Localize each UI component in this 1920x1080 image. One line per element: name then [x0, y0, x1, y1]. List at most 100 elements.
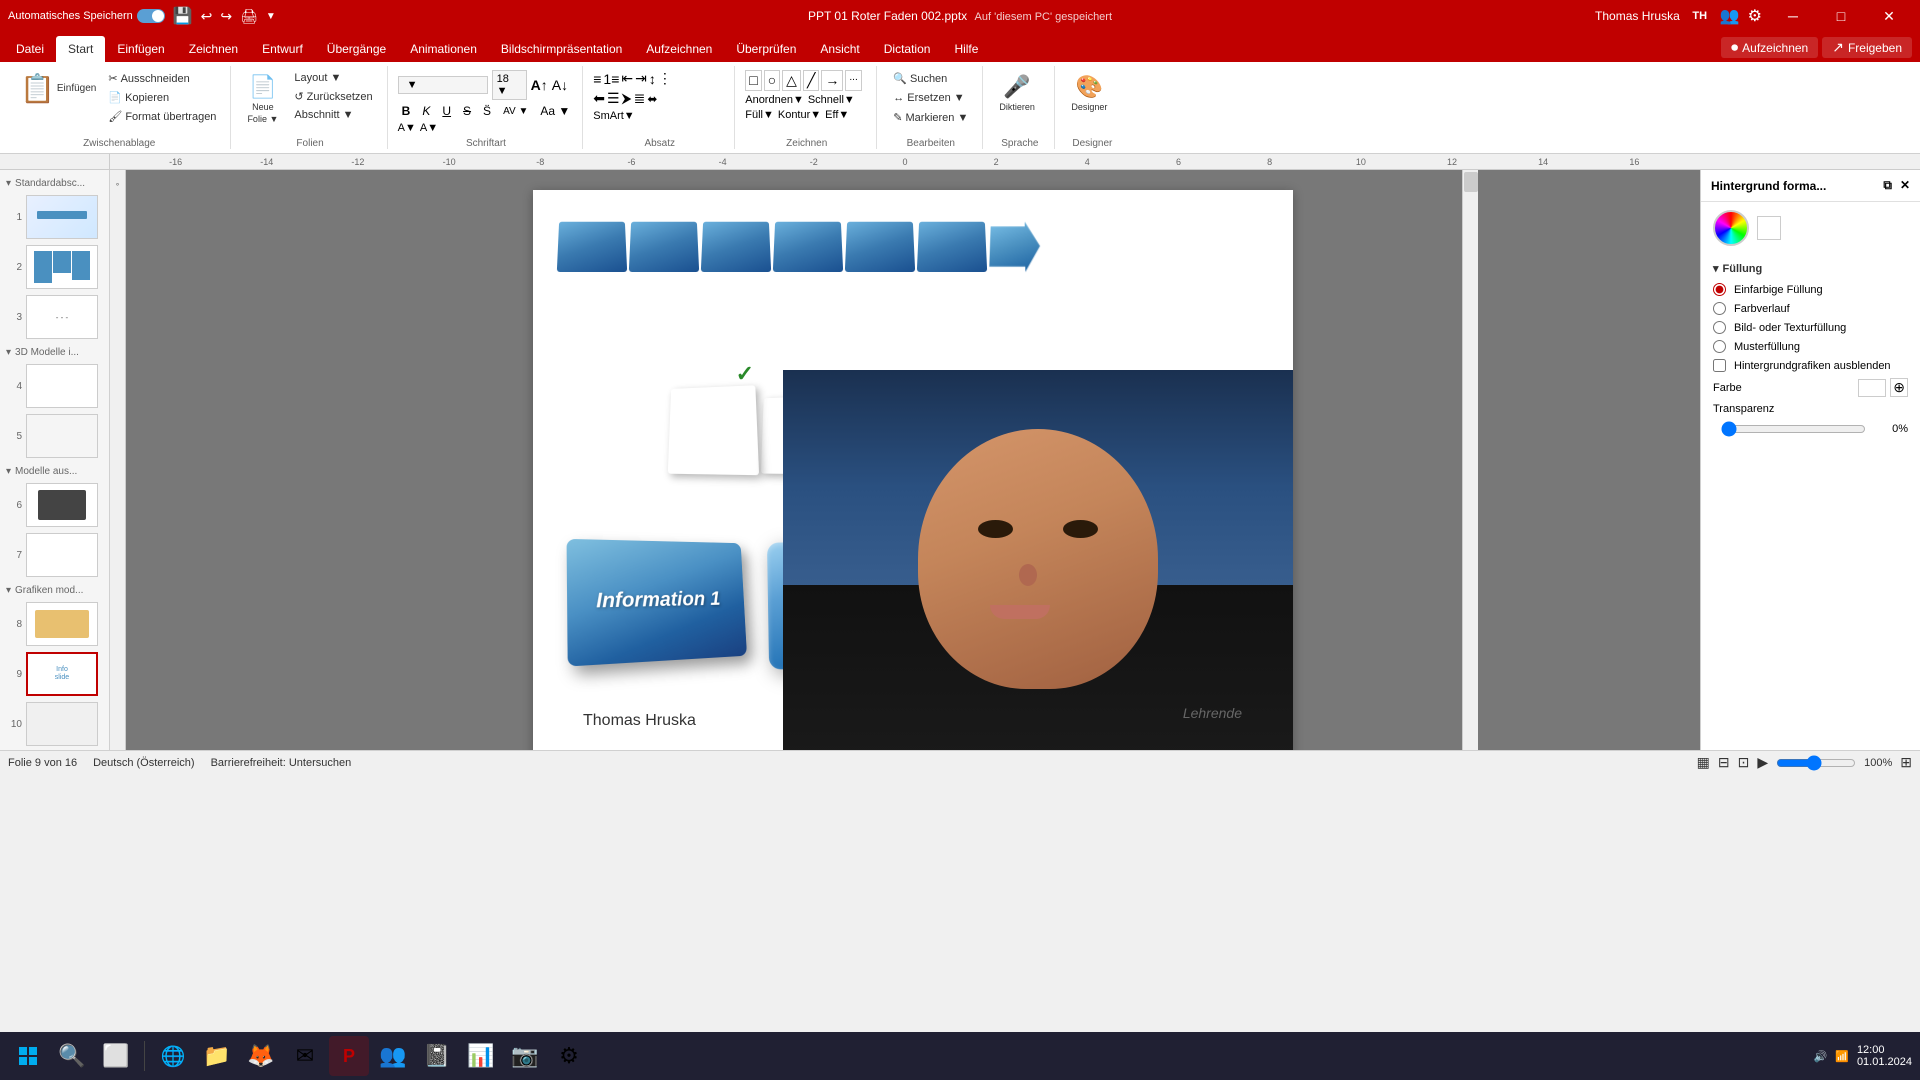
color-preview-box[interactable] — [1757, 216, 1781, 240]
undo-icon[interactable]: ↩ — [201, 8, 213, 25]
radio-farbverlauf[interactable] — [1713, 302, 1726, 315]
justify-btn[interactable]: ≣ — [634, 90, 646, 107]
powerpoint-btn[interactable]: P — [329, 1036, 369, 1076]
tab-zeichnen[interactable]: Zeichnen — [177, 36, 250, 62]
scrollbar-thumb[interactable] — [1464, 172, 1478, 192]
slide-thumb-8[interactable] — [26, 602, 98, 646]
slide-item-9[interactable]: 9 Infoslide — [4, 650, 105, 698]
slide-thumb-6[interactable] — [26, 483, 98, 527]
edge-browser-btn[interactable]: 🌐 — [153, 1036, 193, 1076]
font-size-select[interactable]: 18 ▼ — [492, 70, 527, 100]
ausschneiden-button[interactable]: ✂ Ausschneiden — [102, 70, 222, 87]
info-box-1-container[interactable]: Information 1 — [571, 540, 751, 660]
slide-thumb-3[interactable]: - - - — [26, 295, 98, 339]
option-muster[interactable]: Musterfüllung — [1713, 340, 1908, 353]
zoom-fit-btn[interactable]: ⊞ — [1900, 754, 1912, 771]
camera-btn[interactable]: 📷 — [505, 1036, 545, 1076]
indent-decrease-btn[interactable]: ⇤ — [621, 70, 633, 87]
tab-start[interactable]: Start — [56, 36, 105, 62]
slide-item-2[interactable]: 2 — [4, 243, 105, 291]
close-button[interactable]: ✕ — [1866, 0, 1912, 32]
align-center-btn[interactable]: ☰ — [607, 90, 620, 107]
tab-aufzeichnen[interactable]: Aufzeichnen — [634, 36, 724, 62]
tray-icon-1[interactable]: 🔊 — [1814, 1050, 1828, 1063]
slide-thumb-2[interactable] — [26, 245, 98, 289]
tab-animationen[interactable]: Animationen — [398, 36, 489, 62]
slide-thumb-7[interactable] — [26, 533, 98, 577]
redo-icon[interactable]: ↪ — [220, 8, 232, 25]
canvas-area[interactable]: ✓ Arbeitspaket1 ✓ Meilenstein ✓ Arbeitsp… — [126, 170, 1700, 750]
view-slideshow-btn[interactable]: ▶ — [1757, 754, 1768, 771]
radio-einfarbig[interactable] — [1713, 283, 1726, 296]
indent-increase-btn[interactable]: ⇥ — [635, 70, 647, 87]
text-direction-btn[interactable]: ⬌ — [647, 92, 657, 106]
decrease-font-btn[interactable]: A↓ — [552, 77, 568, 93]
color-picker-icon[interactable] — [1713, 210, 1749, 246]
maximize-button[interactable]: □ — [1818, 0, 1864, 32]
tab-bildschirm[interactable]: Bildschirmpräsentation — [489, 36, 634, 62]
markieren-btn[interactable]: ✎ Markieren ▼ — [887, 109, 974, 126]
slide-thumb-1[interactable] — [26, 195, 98, 239]
designer-btn[interactable]: 🎨 Designer — [1065, 70, 1113, 116]
strikethrough-button[interactable]: S — [459, 103, 475, 119]
layout-button[interactable]: Layout ▼ — [288, 70, 378, 86]
circle-shape[interactable]: ○ — [764, 70, 780, 91]
schnell-btn[interactable]: Schnell▼ — [808, 94, 855, 106]
slide-item-4[interactable]: 4 — [4, 362, 105, 410]
tab-einfuegen[interactable]: Einfügen — [105, 36, 176, 62]
slide-thumb-9[interactable]: Infoslide — [26, 652, 98, 696]
autosave-switch[interactable] — [137, 9, 165, 23]
share-button[interactable]: ↗ Freigeben — [1822, 37, 1912, 58]
ersetzen-btn[interactable]: ↔ Ersetzen ▼ — [887, 90, 974, 106]
collab-icon[interactable]: 👥 — [1720, 6, 1740, 26]
search-taskbar-btn[interactable]: 🔍 — [52, 1036, 92, 1076]
info-box-1[interactable]: Information 1 — [567, 539, 747, 667]
view-normal-btn[interactable]: ▦ — [1697, 754, 1710, 771]
anordnen-btn[interactable]: Anordnen▼ — [745, 94, 804, 106]
bold-button[interactable]: B — [398, 103, 415, 119]
panel-expand-icon[interactable]: ⧉ — [1883, 178, 1892, 193]
settings-icon[interactable]: ⚙ — [1748, 6, 1762, 26]
align-right-btn[interactable]: ⮞ — [622, 90, 632, 107]
smartart-btn[interactable]: SmArt▼ — [593, 110, 634, 122]
tray-icon-2[interactable]: 📶 — [1835, 1050, 1849, 1063]
group-3dmodelle[interactable]: ▾ 3D Modelle i... — [4, 343, 105, 360]
option-bild[interactable]: Bild- oder Texturfüllung — [1713, 321, 1908, 334]
font-family-select[interactable]: ▼ — [398, 76, 488, 94]
farbe-color-box[interactable] — [1858, 379, 1886, 397]
print-icon[interactable]: 🖨 — [240, 8, 258, 25]
list-ordered-btn[interactable]: 1≡ — [603, 71, 619, 87]
format-uebertragen-button[interactable]: 🖌 Format übertragen — [102, 108, 222, 125]
kontur-btn[interactable]: Kontur▼ — [778, 109, 821, 121]
group-modelle[interactable]: ▾ Modelle aus... — [4, 462, 105, 479]
slide-item-7[interactable]: 7 — [4, 531, 105, 579]
zuruecksetzen-button[interactable]: ↺ Zurücksetzen — [288, 88, 378, 105]
line-shape[interactable]: ╱ — [803, 70, 819, 91]
panel-close-icon[interactable]: ✕ — [1900, 178, 1910, 193]
visio-btn[interactable]: 📊 — [461, 1036, 501, 1076]
scrollbar-vertical[interactable] — [1462, 170, 1478, 750]
tab-dictation[interactable]: Dictation — [872, 36, 943, 62]
slide-item-10[interactable]: 10 — [4, 700, 105, 748]
option-hintergrund[interactable]: Hintergrundgrafiken ausblenden — [1713, 359, 1908, 372]
arrow-shape[interactable]: → — [821, 70, 843, 91]
slide-thumb-5[interactable] — [26, 414, 98, 458]
tab-datei[interactable]: Datei — [4, 36, 56, 62]
minimize-button[interactable]: ─ — [1770, 0, 1816, 32]
rect-shape[interactable]: □ — [745, 70, 761, 91]
diktieren-btn[interactable]: 🎤 Diktieren — [993, 70, 1041, 116]
shadow-button[interactable]: S̈ — [479, 103, 495, 119]
tab-ueberpruefen[interactable]: Überprüfen — [724, 36, 808, 62]
italic-button[interactable]: K — [418, 103, 434, 119]
slide-item-8[interactable]: 8 — [4, 600, 105, 648]
slide-thumb-10[interactable] — [26, 702, 98, 746]
underline-button[interactable]: U — [438, 103, 455, 119]
farbe-dropdown-icon[interactable]: ⊕ — [1890, 378, 1908, 397]
highlight-color-button[interactable]: A▼ — [420, 122, 438, 134]
slide-item-1[interactable]: 1 — [4, 193, 105, 241]
group-grafiken[interactable]: ▾ Grafiken mod... — [4, 581, 105, 598]
increase-font-btn[interactable]: A↑ — [531, 77, 548, 93]
neue-folie-button[interactable]: 📄 Neue Folie ▼ — [241, 70, 284, 128]
tab-uebergaenge[interactable]: Übergänge — [315, 36, 398, 62]
radio-muster[interactable] — [1713, 340, 1726, 353]
